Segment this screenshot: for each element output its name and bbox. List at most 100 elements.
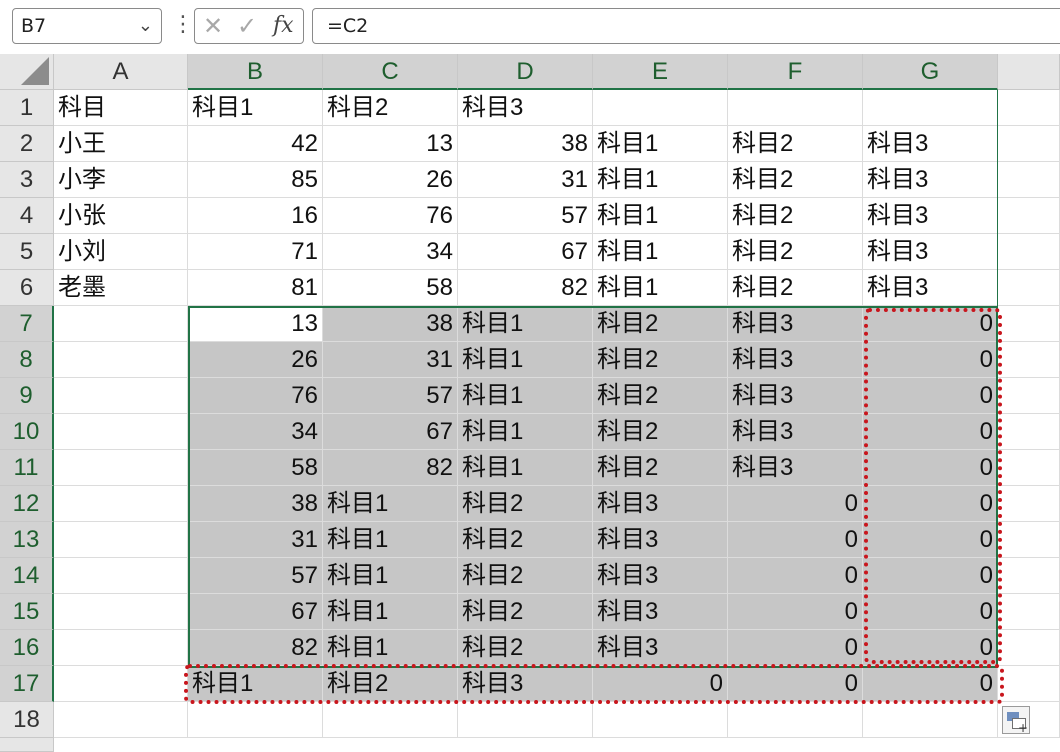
cell-g12[interactable]: 0 bbox=[863, 486, 998, 522]
cell-a13[interactable] bbox=[54, 522, 188, 558]
cell-h2[interactable] bbox=[998, 126, 1060, 162]
cell-b10[interactable]: 34 bbox=[188, 414, 323, 450]
close-icon[interactable]: ✕ bbox=[203, 11, 223, 41]
cell-h15[interactable] bbox=[998, 594, 1060, 630]
cell-a3[interactable]: 小李 bbox=[54, 162, 188, 198]
cell-e1[interactable] bbox=[593, 90, 728, 126]
cell-c17[interactable]: 科目2 bbox=[323, 666, 458, 702]
column-header-a[interactable]: A bbox=[54, 54, 188, 90]
cell-e15[interactable]: 科目3 bbox=[593, 594, 728, 630]
row-header-2[interactable]: 2 bbox=[0, 126, 54, 162]
cell-g11[interactable]: 0 bbox=[863, 450, 998, 486]
cell-c18[interactable] bbox=[323, 702, 458, 738]
cell-e6[interactable]: 科目1 bbox=[593, 270, 728, 306]
cell-c8[interactable]: 31 bbox=[323, 342, 458, 378]
cell-e4[interactable]: 科目1 bbox=[593, 198, 728, 234]
cell-a15[interactable] bbox=[54, 594, 188, 630]
cell-d15[interactable]: 科目2 bbox=[458, 594, 593, 630]
cell-c9[interactable]: 57 bbox=[323, 378, 458, 414]
cell-h14[interactable] bbox=[998, 558, 1060, 594]
cell-c5[interactable]: 34 bbox=[323, 234, 458, 270]
row-header-17[interactable]: 17 bbox=[0, 666, 54, 702]
cell-e17[interactable]: 0 bbox=[593, 666, 728, 702]
row-header-3[interactable]: 3 bbox=[0, 162, 54, 198]
cell-g15[interactable]: 0 bbox=[863, 594, 998, 630]
cell-a1[interactable]: 科目 bbox=[54, 90, 188, 126]
cell-d2[interactable]: 38 bbox=[458, 126, 593, 162]
row-header-10[interactable]: 10 bbox=[0, 414, 54, 450]
row-header-partial[interactable] bbox=[0, 738, 54, 752]
cell-a11[interactable] bbox=[54, 450, 188, 486]
cell-a2[interactable]: 小王 bbox=[54, 126, 188, 162]
cell-g17[interactable]: 0 bbox=[863, 666, 998, 702]
cell-c2[interactable]: 13 bbox=[323, 126, 458, 162]
column-header-f[interactable]: F bbox=[728, 54, 863, 90]
cell-b3[interactable]: 85 bbox=[188, 162, 323, 198]
cell-e12[interactable]: 科目3 bbox=[593, 486, 728, 522]
cell-h3[interactable] bbox=[998, 162, 1060, 198]
cell-g13[interactable]: 0 bbox=[863, 522, 998, 558]
cell-b15[interactable]: 67 bbox=[188, 594, 323, 630]
cell-h1[interactable] bbox=[998, 90, 1060, 126]
cell-b12[interactable]: 38 bbox=[188, 486, 323, 522]
cell-h6[interactable] bbox=[998, 270, 1060, 306]
row-header-7[interactable]: 7 bbox=[0, 306, 54, 342]
cell-d1[interactable]: 科目3 bbox=[458, 90, 593, 126]
cell-e18[interactable] bbox=[593, 702, 728, 738]
row-header-5[interactable]: 5 bbox=[0, 234, 54, 270]
cell-a14[interactable] bbox=[54, 558, 188, 594]
cell-c1[interactable]: 科目2 bbox=[323, 90, 458, 126]
cell-b6[interactable]: 81 bbox=[188, 270, 323, 306]
cell-g2[interactable]: 科目3 bbox=[863, 126, 998, 162]
cell-h11[interactable] bbox=[998, 450, 1060, 486]
cell-c15[interactable]: 科目1 bbox=[323, 594, 458, 630]
column-header-e[interactable]: E bbox=[593, 54, 728, 90]
cell-b11[interactable]: 58 bbox=[188, 450, 323, 486]
row-header-8[interactable]: 8 bbox=[0, 342, 54, 378]
name-box[interactable]: B7 ⌄ bbox=[12, 8, 162, 44]
formula-input[interactable]: =C2 bbox=[312, 8, 1060, 44]
fx-icon[interactable]: fx bbox=[273, 11, 294, 41]
cell-h13[interactable] bbox=[998, 522, 1060, 558]
cell-e11[interactable]: 科目2 bbox=[593, 450, 728, 486]
cell-f16[interactable]: 0 bbox=[728, 630, 863, 666]
cell-h12[interactable] bbox=[998, 486, 1060, 522]
cell-a5[interactable]: 小刘 bbox=[54, 234, 188, 270]
check-icon[interactable]: ✓ bbox=[237, 11, 257, 41]
cell-g7[interactable]: 0 bbox=[863, 306, 998, 342]
cell-g18[interactable] bbox=[863, 702, 998, 738]
cell-d18[interactable] bbox=[458, 702, 593, 738]
cell-d13[interactable]: 科目2 bbox=[458, 522, 593, 558]
column-header-b[interactable]: B bbox=[188, 54, 323, 90]
cell-h7[interactable] bbox=[998, 306, 1060, 342]
cell-a9[interactable] bbox=[54, 378, 188, 414]
row-header-9[interactable]: 9 bbox=[0, 378, 54, 414]
cell-d14[interactable]: 科目2 bbox=[458, 558, 593, 594]
row-header-18[interactable]: 18 bbox=[0, 702, 54, 738]
cell-c12[interactable]: 科目1 bbox=[323, 486, 458, 522]
cell-f2[interactable]: 科目2 bbox=[728, 126, 863, 162]
cell-b1[interactable]: 科目1 bbox=[188, 90, 323, 126]
cell-g5[interactable]: 科目3 bbox=[863, 234, 998, 270]
cell-g14[interactable]: 0 bbox=[863, 558, 998, 594]
cell-d8[interactable]: 科目1 bbox=[458, 342, 593, 378]
cell-e5[interactable]: 科目1 bbox=[593, 234, 728, 270]
cell-h17[interactable] bbox=[998, 666, 1060, 702]
row-header-1[interactable]: 1 bbox=[0, 90, 54, 126]
cell-d16[interactable]: 科目2 bbox=[458, 630, 593, 666]
row-header-15[interactable]: 15 bbox=[0, 594, 54, 630]
cell-e9[interactable]: 科目2 bbox=[593, 378, 728, 414]
row-header-12[interactable]: 12 bbox=[0, 486, 54, 522]
cell-d3[interactable]: 31 bbox=[458, 162, 593, 198]
column-header-g[interactable]: G bbox=[863, 54, 998, 90]
column-header-h[interactable] bbox=[998, 54, 1060, 90]
cell-c13[interactable]: 科目1 bbox=[323, 522, 458, 558]
cell-a10[interactable] bbox=[54, 414, 188, 450]
cell-e13[interactable]: 科目3 bbox=[593, 522, 728, 558]
cell-b9[interactable]: 76 bbox=[188, 378, 323, 414]
cell-a16[interactable] bbox=[54, 630, 188, 666]
cell-h10[interactable] bbox=[998, 414, 1060, 450]
cell-g10[interactable]: 0 bbox=[863, 414, 998, 450]
cell-f15[interactable]: 0 bbox=[728, 594, 863, 630]
cell-d6[interactable]: 82 bbox=[458, 270, 593, 306]
